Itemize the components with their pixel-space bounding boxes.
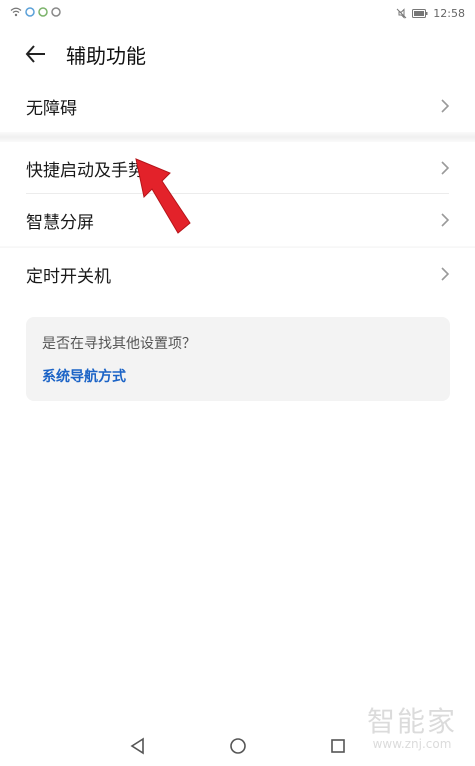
chevron-right-icon [441,161,450,175]
settings-group: 无障碍 [0,80,475,132]
settings-item-label: 定时开关机 [26,267,111,287]
clock: 12:58 [433,7,465,20]
recents-square-icon[interactable] [328,736,348,756]
status-bar: 12:58 [0,0,475,28]
suggestion-card: 是否在寻找其他设置项？ 系统导航方式 [26,317,450,401]
settings-item-accessibility[interactable]: 无障碍 [0,80,475,132]
back-button[interactable] [18,38,54,70]
settings-item-scheduled-power[interactable]: 定时开关机 [0,248,475,300]
settings-group: 定时开关机 [0,248,475,300]
chevron-right-icon [441,213,450,227]
settings-item-shortcuts-gestures[interactable]: 快捷启动及手势 [0,142,475,194]
system-nav-bar [0,724,475,766]
group-separator [0,132,475,142]
mute-icon [396,8,407,19]
header: 辅助功能 [0,28,475,80]
status-icons-right: 12:58 [396,7,465,20]
settings-group: 快捷启动及手势 智慧分屏 [0,142,475,246]
settings-item-label: 无障碍 [26,99,77,119]
annotation-arrow-icon [135,158,191,234]
app-notification-icon [38,7,48,17]
wifi-icon [10,7,22,17]
app-notification-icon [25,7,35,17]
status-icons-left [10,7,61,17]
home-circle-icon[interactable] [228,736,248,756]
settings-item-split-screen[interactable]: 智慧分屏 [0,194,475,246]
chevron-right-icon [441,99,450,113]
suggestion-link[interactable]: 系统导航方式 [42,366,126,386]
arrow-left-icon [25,45,45,63]
back-triangle-icon[interactable] [128,736,148,756]
app-notification-icon [51,7,61,17]
battery-icon [412,9,428,18]
settings-item-label: 快捷启动及手势 [26,161,145,181]
suggestion-question: 是否在寻找其他设置项？ [42,336,196,352]
page-title: 辅助功能 [66,44,146,68]
settings-item-label: 智慧分屏 [26,213,94,233]
chevron-right-icon [441,267,450,281]
